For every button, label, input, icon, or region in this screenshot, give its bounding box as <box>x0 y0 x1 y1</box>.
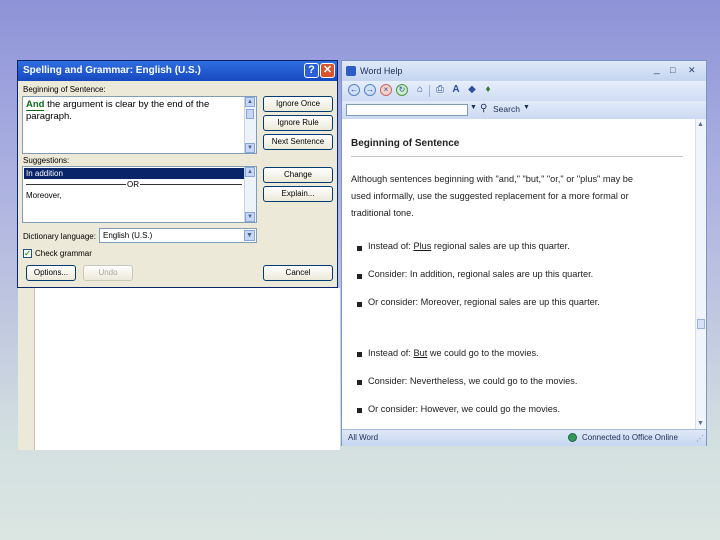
sentence-text-line2: paragraph. <box>26 111 72 122</box>
help-intro-line2: used informally, use the suggested repla… <box>351 191 629 201</box>
word-help-window: Word Help _ □ ✕ ← → × ↻ ⌂ ⎙ A ◆ ♦ ▼ ⚲ Se… <box>341 60 707 446</box>
word-logo-icon <box>346 66 356 76</box>
help-heading: Beginning of Sentence <box>351 138 460 149</box>
suggestions-list[interactable]: In addition OR Moreover, ▲ ▼ <box>22 166 257 223</box>
search-scope[interactable]: All Word <box>348 433 378 442</box>
help-button[interactable]: ? <box>304 63 319 78</box>
toc-icon[interactable]: ◆ <box>466 84 478 96</box>
explain-button[interactable]: Explain... <box>263 186 333 202</box>
search-dropdown-icon[interactable]: ▼ <box>470 104 477 111</box>
restore-icon[interactable]: □ <box>670 65 675 75</box>
cancel-button[interactable]: Cancel <box>263 265 333 281</box>
example-item: Consider: In addition, regional sales ar… <box>368 269 594 279</box>
spelling-grammar-dialog: Spelling and Grammar: English (U.S.) ? ✕… <box>17 60 338 288</box>
bullet-icon <box>357 380 362 385</box>
bullet-icon <box>357 302 362 307</box>
search-button[interactable]: Search <box>493 104 520 114</box>
close-button[interactable]: ✕ <box>320 63 335 78</box>
ignore-rule-button[interactable]: Ignore Rule <box>263 115 333 131</box>
suggestions-label: Suggestions: <box>23 156 70 165</box>
help-status-bar: All Word Connected to Office Online ⋰ <box>342 429 706 446</box>
example-item: Consider: Nevertheless, we could go to t… <box>368 376 578 386</box>
example-item: Or consider: However, we could go the mo… <box>368 404 561 414</box>
bullet-icon <box>357 274 362 279</box>
scroll-thumb[interactable] <box>697 319 705 329</box>
home-icon[interactable]: ⌂ <box>414 84 426 96</box>
forward-icon[interactable]: → <box>364 84 376 96</box>
search-options-icon[interactable]: ▼ <box>523 104 530 111</box>
help-search-bar: ▼ ⚲ Search ▼ <box>342 101 706 120</box>
refresh-icon[interactable]: ↻ <box>396 84 408 96</box>
connection-status[interactable]: Connected to Office Online <box>582 433 678 442</box>
scroll-thumb[interactable] <box>246 109 254 119</box>
help-scrollbar[interactable]: ▲ ▼ <box>695 119 706 429</box>
suggestion-item-selected[interactable]: In addition <box>24 168 244 179</box>
help-content: ▲ ▼ Beginning of Sentence Although sente… <box>342 119 706 429</box>
bullet-icon <box>357 352 362 357</box>
dictionary-language-value: English (U.S.) <box>103 231 153 240</box>
chevron-down-icon[interactable]: ▼ <box>244 230 255 241</box>
help-search-input[interactable] <box>346 104 468 116</box>
stop-icon[interactable]: × <box>380 84 392 96</box>
check-grammar-label: Check grammar <box>35 249 92 258</box>
connection-status-icon <box>568 433 577 442</box>
scroll-up-icon[interactable]: ▲ <box>245 167 255 177</box>
resize-grip-icon[interactable]: ⋰ <box>696 434 704 443</box>
suggestions-scrollbar[interactable]: ▲ ▼ <box>244 167 256 222</box>
help-title-bar[interactable]: Word Help _ □ ✕ <box>342 61 706 81</box>
check-grammar-checkbox[interactable]: ✓ <box>23 249 32 258</box>
or-separator-label: OR <box>126 180 140 189</box>
back-icon[interactable]: ← <box>348 84 360 96</box>
dialog-title: Spelling and Grammar: English (U.S.) <box>23 65 201 76</box>
print-icon[interactable]: ⎙ <box>434 84 446 96</box>
change-button[interactable]: Change <box>263 167 333 183</box>
suggestion-text: In addition <box>26 169 63 178</box>
ignore-once-button[interactable]: Ignore Once <box>263 96 333 112</box>
suggestion-item[interactable]: Moreover, <box>26 191 62 200</box>
example-item: Instead of: But we could go to the movie… <box>368 348 539 358</box>
help-toolbar: ← → × ↻ ⌂ ⎙ A ◆ ♦ <box>342 81 706 101</box>
example-item: Or consider: Moreover, regional sales ar… <box>368 297 600 307</box>
sentence-scrollbar[interactable]: ▲ ▼ <box>244 97 256 153</box>
flagged-word: And <box>26 99 45 111</box>
dictionary-language-label: Dictionary language: <box>23 232 96 241</box>
help-close-icon[interactable]: ✕ <box>688 65 696 76</box>
dialog-title-bar[interactable]: Spelling and Grammar: English (U.S.) ? ✕ <box>18 61 337 81</box>
issue-type-label: Beginning of Sentence: <box>23 85 106 94</box>
minimize-icon[interactable]: _ <box>654 64 660 75</box>
next-sentence-button[interactable]: Next Sentence <box>263 134 333 150</box>
document-page[interactable] <box>18 288 340 450</box>
scroll-down-icon[interactable]: ▼ <box>245 212 255 222</box>
help-intro-line3: traditional tone. <box>351 208 414 218</box>
dictionary-language-select[interactable]: English (U.S.) ▼ <box>99 228 257 243</box>
example-item: Instead of: Plus regional sales are up t… <box>368 241 570 251</box>
keep-on-top-icon[interactable]: ♦ <box>482 84 494 96</box>
sentence-text: the argument is clear by the end of the <box>44 99 210 110</box>
scroll-down-icon[interactable]: ▼ <box>697 420 704 427</box>
help-intro-line1: Although sentences beginning with "and,"… <box>351 174 633 184</box>
bullet-icon <box>357 408 362 413</box>
bullet-icon <box>357 246 362 251</box>
document-left-margin <box>18 288 35 450</box>
help-title: Word Help <box>360 66 403 76</box>
sentence-box[interactable]: And the argument is clear by the end of … <box>22 96 257 154</box>
options-button[interactable]: Options... <box>26 265 76 281</box>
scroll-up-icon[interactable]: ▲ <box>245 97 255 107</box>
font-size-icon[interactable]: A <box>450 84 462 96</box>
scroll-up-icon[interactable]: ▲ <box>697 121 704 128</box>
search-icon[interactable]: ⚲ <box>480 103 487 114</box>
scroll-down-icon[interactable]: ▼ <box>245 143 255 153</box>
toolbar-divider <box>429 85 430 97</box>
undo-button: Undo <box>83 265 133 281</box>
heading-divider <box>351 156 683 157</box>
